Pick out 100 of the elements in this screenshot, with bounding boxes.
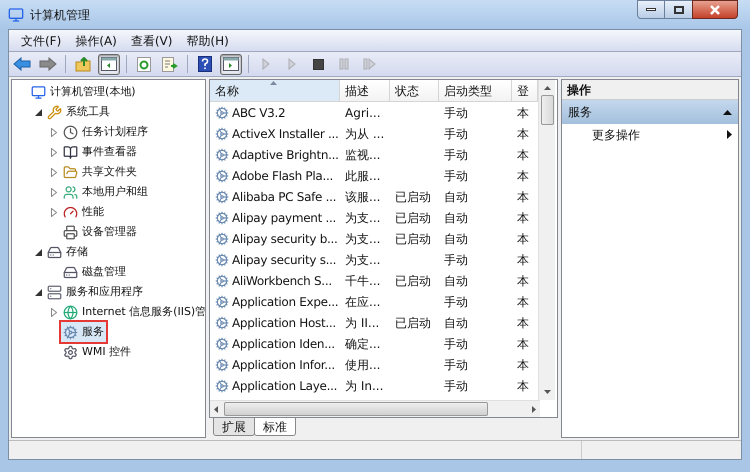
table-cell-text: 为从 ... [345,126,384,142]
tools-icon [47,104,62,120]
collapse-triangle-icon[interactable] [34,108,42,116]
gear-icon [215,378,229,392]
table-cell-text: 自动 [444,230,468,248]
maximize-button[interactable] [665,0,692,19]
tree-item[interactable]: 服务 [61,322,106,342]
scroll-up-arrow-icon[interactable] [544,86,550,90]
table-cell-text: 为 II... [345,314,380,332]
tree-item[interactable]: 计算机管理(本地) [29,82,138,102]
table-cell-text: Adobe Flash Pla... [232,168,334,184]
tree-item[interactable]: 事件查看器 [61,142,139,162]
users-icon [63,184,78,200]
tree-item[interactable]: 存储 [45,242,90,262]
scroll-right-arrow-icon[interactable] [532,406,536,412]
action-pane-icon [223,57,239,71]
section-header[interactable]: 服务 [562,100,738,124]
gear-icon [215,190,229,204]
collapse-triangle-icon[interactable] [34,248,42,256]
expand-triangle-icon[interactable] [51,208,57,216]
table-cell-text: Alipay payment ... [232,210,336,226]
column-header[interactable]: 启动类型 [439,80,512,102]
tree-item[interactable]: WMI 控件 [61,342,134,362]
view-tab[interactable]: 扩展 [213,418,255,436]
minimize-button[interactable] [637,0,665,19]
column-header[interactable]: 名称 [210,80,340,102]
table-cell-text: ActiveX Installer ... [232,126,339,142]
gear-icon [215,336,229,350]
table-cell-text: 为支... [345,230,380,248]
expand-triangle-icon[interactable] [51,168,57,176]
tree-item[interactable]: 共享文件夹 [61,162,139,182]
tree-item[interactable]: 系统工具 [45,102,112,122]
toolbar-button[interactable] [220,54,242,74]
table-cell-text: 为支... [345,210,380,226]
table-cell-text: 手动 [444,126,468,142]
vertical-scrollbar[interactable] [538,80,555,400]
horizontal-scrollbar[interactable] [210,400,540,417]
scroll-thumb[interactable] [540,95,554,125]
menu-item[interactable]: 查看(V) [126,32,176,50]
gear-icon [215,294,229,308]
table-cell-text: 手动 [444,356,468,374]
table-cell-text: 已启动 [395,210,431,226]
back-arrow-icon [13,57,31,71]
tree-item[interactable]: 服务和应用程序 [45,282,145,302]
server-icon [47,284,62,300]
table-cell-text: Agri... [345,104,381,122]
collapse-triangle-icon[interactable] [34,288,42,296]
column-header[interactable]: 登 [512,80,538,102]
table-cell-text: 本 [517,294,529,310]
scroll-left-arrow-icon[interactable] [214,406,218,412]
table-cell-text: AliWorkbench S... [232,272,332,290]
table-cell-text: 本 [517,272,529,290]
scroll-thumb[interactable] [224,402,488,416]
menu-item[interactable]: 文件(F) [17,32,66,50]
table-cell-text: 本 [517,230,529,248]
table-cell-text: Alibaba PC Safe ... [232,188,336,206]
action-item[interactable]: 更多操作 [562,124,738,145]
table-cell-text: 手动 [444,146,468,164]
table-cell-text: Application Host... [232,314,336,332]
globe-icon [63,304,78,320]
scroll-down-arrow-icon[interactable] [544,390,550,394]
table-cell-text: 本 [517,168,529,184]
tree-item[interactable]: 本地用户和组 [61,182,150,202]
table-cell-text: 为支... [345,252,380,268]
tree-item[interactable]: 任务计划程序 [61,122,150,142]
close-button[interactable] [692,0,738,19]
tree-item[interactable]: 性能 [61,202,106,222]
expand-triangle-icon[interactable] [51,188,57,196]
pause-icon [339,58,349,70]
export-list-icon [162,56,178,72]
gear-icon [63,324,78,340]
tree-item[interactable]: 设备管理器 [61,222,139,242]
table-cell-text: Application Iden... [232,336,335,352]
gear-icon [215,126,229,140]
column-header[interactable]: 描述 [340,80,390,102]
table-cell-text: 本 [517,336,529,352]
table-cell-text: 在应... [345,294,380,310]
refresh-icon [137,56,151,72]
tree-item[interactable]: 磁盘管理 [61,262,128,282]
expand-triangle-icon[interactable] [51,148,57,156]
table-cell-text: Alipay security b... [232,230,338,248]
expand-triangle-icon[interactable] [51,128,57,136]
gear-icon [215,316,229,330]
log-book-icon [63,144,78,160]
submenu-arrow-icon [727,130,732,139]
help-icon [198,56,212,72]
menu-item[interactable]: 帮助(H) [182,32,233,50]
gear-icon [215,210,229,224]
folder-icon [63,164,78,180]
computer-icon [8,6,24,22]
menu-item[interactable]: 操作(A) [71,32,121,50]
table-cell-text: Adaptive Brightn... [232,146,339,164]
toolbar-button[interactable] [98,54,120,74]
collapse-arrow-icon [723,110,732,114]
gear-icon [215,274,229,288]
view-tab[interactable]: 标准 [254,418,296,436]
expand-triangle-icon[interactable] [51,308,57,316]
column-header[interactable]: 状态 [390,80,439,102]
gear-icon [215,168,229,182]
table-cell-text: 手动 [444,104,468,122]
